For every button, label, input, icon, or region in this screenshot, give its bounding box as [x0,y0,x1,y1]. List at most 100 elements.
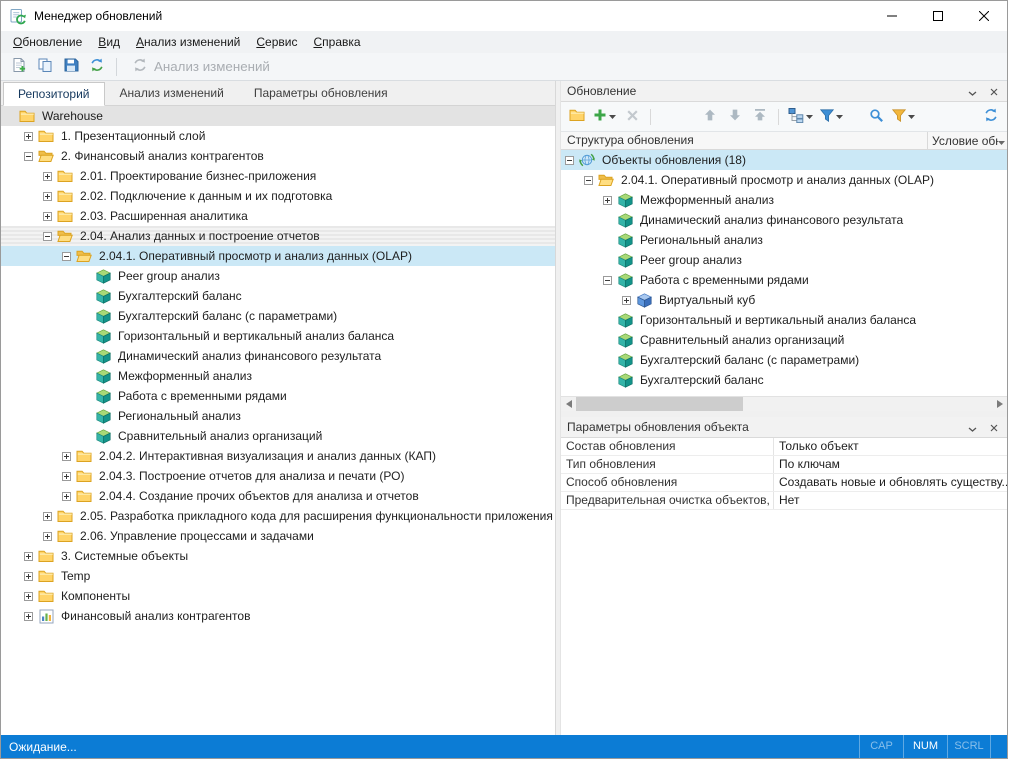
scrollbar-track[interactable] [576,397,992,411]
tree-item[interactable]: 2. Финансовый анализ контрагентов [1,146,555,166]
expand-icon[interactable] [622,296,631,305]
tree-item[interactable]: Работа с временными рядами [561,270,1007,290]
tree-item[interactable]: Динамический анализ финансового результа… [1,346,555,366]
tree-item[interactable]: 2.06. Управление процессами и задачами [1,526,555,546]
tree-item[interactable]: Региональный анализ [1,406,555,426]
tab-repository[interactable]: Репозиторий [3,82,105,106]
tree-item[interactable]: Сравнительный анализ организаций [561,330,1007,350]
filter-condition-button[interactable] [890,106,917,128]
tree-item[interactable]: Межформенный анализ [1,366,555,386]
tree-item[interactable]: 2.04.1. Оперативный просмотр и анализ да… [1,246,555,266]
tree-item[interactable]: 2.04.4. Создание прочих объектов для ана… [1,486,555,506]
tree-item[interactable]: Горизонтальный и вертикальный анализ бал… [1,326,555,346]
move-top-button[interactable] [749,106,771,128]
tree-item[interactable]: Warehouse [1,106,555,126]
new-update-button[interactable] [7,55,31,79]
tree-item[interactable]: Бухгалтерский баланс [561,370,1007,390]
tree-item[interactable]: Динамический анализ финансового результа… [561,210,1007,230]
add-folder-button[interactable] [566,106,588,128]
expand-icon[interactable] [43,512,52,521]
tree-item[interactable]: 2.03. Расширенная аналитика [1,206,555,226]
menu-update[interactable]: Обновление [5,31,90,53]
tree-item[interactable]: Peer group анализ [1,266,555,286]
refresh-update-button[interactable] [980,106,1002,128]
close-button[interactable] [961,1,1007,31]
column-structure[interactable]: Структура обновления [561,132,927,149]
expand-icon[interactable] [62,452,71,461]
property-value[interactable]: Создавать новые и обновлять существу... [774,474,1007,491]
collapse-icon[interactable] [603,276,612,285]
filter-structure-button[interactable] [818,106,845,128]
delete-object-button[interactable] [621,106,643,128]
expand-icon[interactable] [24,572,33,581]
tree-item[interactable]: Бухгалтерский баланс [1,286,555,306]
tree-item[interactable]: Peer group анализ [561,250,1007,270]
tree-item[interactable]: Межформенный анализ [561,190,1007,210]
minimize-button[interactable] [869,1,915,31]
panel-menu-button[interactable] [965,420,979,434]
expand-icon[interactable] [62,472,71,481]
tree-item[interactable]: 2.02. Подключение к данным и их подготов… [1,186,555,206]
property-value[interactable]: Только объект [774,438,1007,455]
menu-service[interactable]: Сервис [248,31,305,53]
tree-item[interactable]: 2.01. Проектирование бизнес-приложения [1,166,555,186]
collapse-icon[interactable] [43,232,52,241]
tree-item[interactable]: 1. Презентационный слой [1,126,555,146]
expand-icon[interactable] [603,196,612,205]
panel-menu-button[interactable] [965,84,979,98]
search-button[interactable] [865,106,887,128]
tab-update-params[interactable]: Параметры обновления [239,81,403,105]
horizontal-scrollbar[interactable] [561,396,1007,411]
menu-view[interactable]: Вид [90,31,128,53]
property-value[interactable]: Нет [774,492,1007,509]
scroll-left-button[interactable] [561,397,576,411]
tree-item[interactable]: 2.04.3. Построение отчетов для анализа и… [1,466,555,486]
tree-item[interactable]: Региональный анализ [561,230,1007,250]
resize-grip[interactable] [991,735,1007,758]
tree-item[interactable]: 2.04.1. Оперативный просмотр и анализ да… [561,170,1007,190]
tree-item[interactable]: Сравнительный анализ организаций [1,426,555,446]
expand-icon[interactable] [24,132,33,141]
maximize-button[interactable] [915,1,961,31]
property-value[interactable]: По ключам [774,456,1007,473]
scroll-right-button[interactable] [992,397,1007,411]
expand-icon[interactable] [62,492,71,501]
collapse-icon[interactable] [565,156,574,165]
tree-item[interactable]: 2.04.2. Интерактивная визуализация и ана… [1,446,555,466]
refresh-button[interactable] [85,55,109,79]
add-object-button[interactable] [591,106,618,128]
expand-icon[interactable] [43,192,52,201]
tree-view-button[interactable] [786,106,815,128]
collapse-icon[interactable] [24,152,33,161]
move-up-button[interactable] [699,106,721,128]
move-down-button[interactable] [724,106,746,128]
change-analysis-button[interactable]: Анализ изменений [124,55,278,79]
expand-icon[interactable] [43,532,52,541]
save-button[interactable] [59,55,83,79]
tree-item[interactable]: Бухгалтерский баланс (с параметрами) [1,306,555,326]
collapse-icon[interactable] [62,252,71,261]
tree-item[interactable]: Temp [1,566,555,586]
expand-icon[interactable] [24,612,33,621]
tree-item[interactable]: Бухгалтерский баланс (с параметрами) [561,350,1007,370]
tree-item[interactable]: Объекты обновления (18) [561,150,1007,170]
menu-help[interactable]: Справка [305,31,368,53]
expand-icon[interactable] [43,172,52,181]
tab-change-analysis[interactable]: Анализ изменений [105,81,239,105]
tree-item[interactable]: Работа с временными рядами [1,386,555,406]
collapse-icon[interactable] [584,176,593,185]
scrollbar-thumb[interactable] [576,397,743,411]
tree-item[interactable]: Финансовый анализ контрагентов [1,606,555,626]
menu-change-analysis[interactable]: Анализ изменений [128,31,248,53]
tree-item[interactable]: 2.05. Разработка прикладного кода для ра… [1,506,555,526]
tree-item[interactable]: 2.04. Анализ данных и построение отчетов [1,226,555,246]
expand-icon[interactable] [24,592,33,601]
tree-item[interactable]: Виртуальный куб [561,290,1007,310]
panel-close-button[interactable] [987,420,1001,434]
panel-close-button[interactable] [987,84,1001,98]
tree-item[interactable]: Горизонтальный и вертикальный анализ бал… [561,310,1007,330]
column-dropdown-icon[interactable] [998,134,1005,148]
tree-item[interactable]: 3. Системные объекты [1,546,555,566]
copy-button[interactable] [33,55,57,79]
tree-item[interactable]: Компоненты [1,586,555,606]
